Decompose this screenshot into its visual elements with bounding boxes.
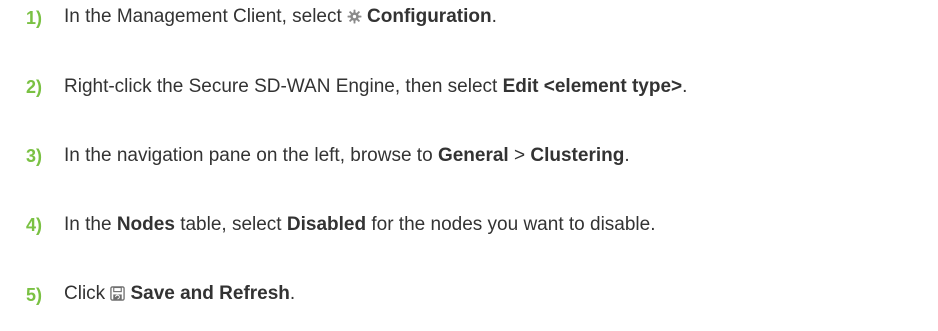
disabled-label: Disabled bbox=[286, 214, 367, 235]
step-text-pre: Right-click the Secure SD-WAN Engine, th… bbox=[64, 76, 498, 97]
step-number: 4) bbox=[26, 214, 43, 235]
nodes-label: Nodes bbox=[116, 214, 175, 235]
step-text: Right-click the Secure SD-WAN Engine, th… bbox=[64, 72, 687, 102]
step-text-post: . bbox=[624, 145, 630, 166]
step-number: 3) bbox=[26, 145, 43, 166]
step-number: 5) bbox=[26, 284, 43, 305]
procedure-steps: 1) In the Management Client, select Conf… bbox=[0, 0, 938, 331]
step-number: 2) bbox=[26, 76, 43, 97]
step-text-pre: In the bbox=[64, 214, 112, 235]
step-text-post: . bbox=[682, 76, 688, 97]
step-number: 1) bbox=[26, 7, 43, 28]
step-text-pre: In the navigation pane on the left, brow… bbox=[64, 145, 433, 166]
step-text: In the Management Client, select Configu… bbox=[64, 2, 497, 34]
step-text-pre: In the Management Client, select bbox=[64, 6, 342, 27]
edit-element-type-label: Edit <element type> bbox=[502, 76, 683, 97]
step-text: Click Save and Refresh. bbox=[64, 279, 295, 311]
path-separator: > bbox=[513, 145, 526, 166]
save-and-refresh-label: Save and Refresh bbox=[130, 283, 290, 304]
step-text-post: . bbox=[491, 6, 497, 27]
step-text-post: for the nodes you want to disable. bbox=[371, 214, 656, 235]
step-text: In the navigation pane on the left, brow… bbox=[64, 141, 630, 171]
step-text-pre: Click bbox=[64, 283, 106, 304]
step-text-mid: table, select bbox=[180, 214, 282, 235]
configuration-label: Configuration bbox=[367, 6, 492, 27]
gear-icon bbox=[347, 4, 362, 34]
step-text: In the Nodes table, select Disabled for … bbox=[64, 210, 656, 240]
clustering-label: Clustering bbox=[530, 145, 625, 166]
save-refresh-icon bbox=[110, 281, 126, 311]
general-label: General bbox=[437, 145, 509, 166]
step-text-post: . bbox=[289, 283, 296, 304]
